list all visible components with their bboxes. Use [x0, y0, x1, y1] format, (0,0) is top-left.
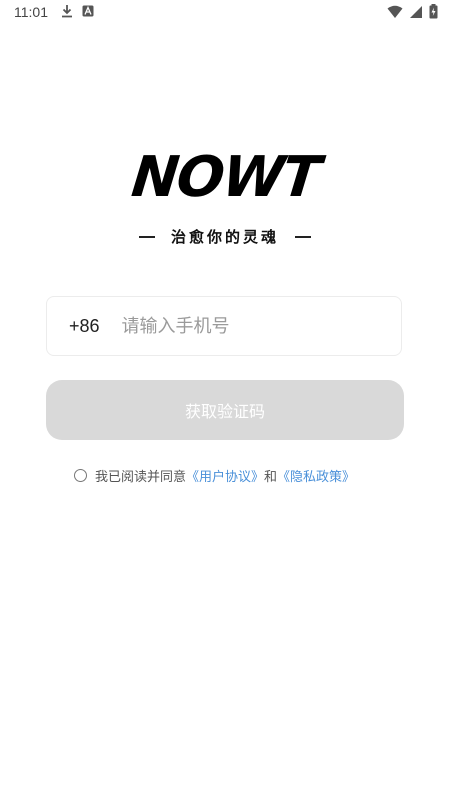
login-screen: 11:01 NOWT 治愈你的灵魂 +86 请输入手机号 获取验证码 我已阅读并…	[0, 0, 450, 800]
font-a-icon	[82, 5, 94, 17]
user-agreement-link[interactable]: 《用户协议》	[186, 466, 264, 485]
get-code-button[interactable]: 获取验证码	[46, 380, 404, 440]
agreement-and: 和	[264, 470, 278, 485]
status-time: 11:01	[14, 4, 48, 20]
wifi-icon	[387, 5, 403, 18]
brand-logo: NOWT	[128, 145, 322, 210]
privacy-policy-link[interactable]: 《隐私政策》	[277, 466, 355, 485]
agreement-checkbox[interactable]	[74, 469, 87, 482]
battery-charging-icon	[429, 4, 438, 19]
slogan-right-dash	[295, 235, 311, 238]
brand-block: NOWT 治愈你的灵魂	[0, 145, 450, 247]
signal-icon	[410, 5, 422, 18]
status-notification-icons	[60, 4, 94, 18]
status-bar: 11:01	[0, 0, 450, 24]
status-system-icons	[387, 4, 438, 19]
download-icon	[62, 5, 72, 18]
country-code[interactable]: +86	[69, 316, 100, 337]
slogan-row: 治愈你的灵魂	[138, 226, 311, 247]
slogan-text: 治愈你的灵魂	[170, 228, 279, 246]
slogan-left-dash	[138, 235, 155, 238]
agreement-row: 我已阅读并同意 《用户协议》 和 《隐私政策》	[74, 466, 355, 485]
phone-input-box: +86	[46, 296, 402, 356]
phone-input[interactable]	[119, 314, 344, 338]
agreement-prefix: 我已阅读并同意	[95, 470, 187, 485]
